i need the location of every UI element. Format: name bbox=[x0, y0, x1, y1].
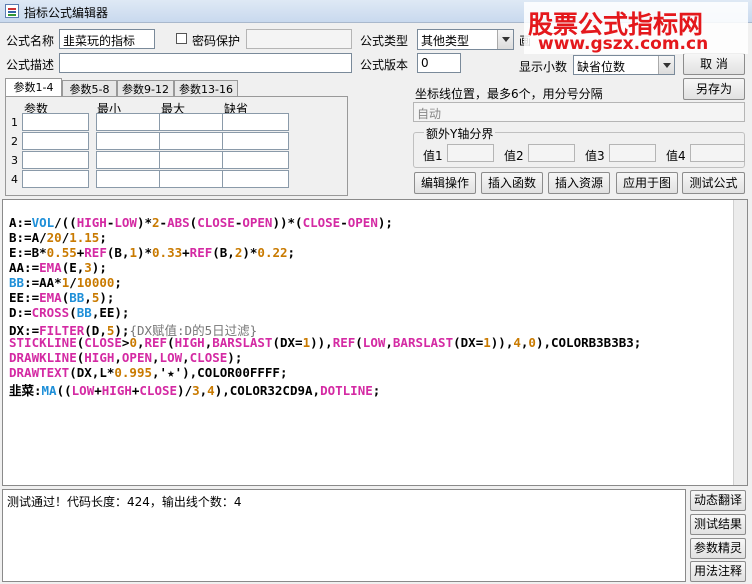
param-2-name[interactable] bbox=[22, 132, 89, 150]
formula-name-label: 公式名称 bbox=[6, 34, 55, 48]
value1-input[interactable] bbox=[447, 144, 494, 162]
formula-name-input[interactable]: 韭菜玩的指标 bbox=[59, 29, 155, 49]
decimals-select[interactable]: 缺省位数 bbox=[573, 55, 675, 75]
formula-version-input[interactable]: 0 bbox=[417, 53, 461, 73]
axis-position-input[interactable]: 自动 bbox=[413, 102, 745, 122]
test-formula-button[interactable]: 测试公式 bbox=[682, 172, 745, 194]
edit-ops-button[interactable]: 编辑操作 bbox=[414, 172, 476, 194]
param-row-number: 3 bbox=[11, 154, 18, 167]
value3-label: 值3 bbox=[585, 149, 605, 163]
value2-input[interactable] bbox=[528, 144, 575, 162]
code-line: D:=CROSS(BB,EE); bbox=[9, 305, 130, 320]
dynamic-translate-button[interactable]: 动态翻译 bbox=[690, 490, 746, 511]
formula-type-value: 其他类型 bbox=[421, 34, 470, 48]
status-message: 测试通过！代码长度：424，输出线个数：4 bbox=[7, 495, 242, 509]
chevron-down-icon bbox=[497, 30, 513, 49]
code-line: 韭菜:MA((LOW+HIGH+CLOSE)/3,4),COLOR32CD9A,… bbox=[9, 383, 381, 398]
param-1-max[interactable] bbox=[159, 113, 226, 131]
tab-params-5-8[interactable]: 参数5-8 bbox=[62, 80, 117, 97]
code-line: STICKLINE(CLOSE>0,REF(HIGH,BARSLAST(DX=1… bbox=[9, 335, 642, 350]
watermark: 股票公式指标网 www.gszx.com.cn bbox=[524, 2, 748, 54]
chevron-down-icon bbox=[658, 56, 674, 74]
app-icon bbox=[5, 4, 19, 18]
param-1-default[interactable] bbox=[222, 113, 289, 131]
insert-function-button[interactable]: 插入函数 bbox=[481, 172, 543, 194]
save-as-button[interactable]: 另存为 bbox=[683, 78, 745, 100]
code-line: DRAWKLINE(HIGH,OPEN,LOW,CLOSE); bbox=[9, 350, 243, 365]
tab-params-1-4[interactable]: 参数1-4 bbox=[5, 78, 62, 97]
code-line: EE:=EMA(BB,5); bbox=[9, 290, 115, 305]
tab-params-13-16[interactable]: 参数13-16 bbox=[174, 80, 238, 97]
param-3-name[interactable] bbox=[22, 151, 89, 169]
code-line: AA:=EMA(E,3); bbox=[9, 260, 107, 275]
watermark-url: www.gszx.com.cn bbox=[538, 34, 709, 54]
test-output: 测试通过！代码长度：424，输出线个数：4 bbox=[2, 489, 686, 582]
param-3-default[interactable] bbox=[222, 151, 289, 169]
window-title: 指标公式编辑器 bbox=[24, 6, 109, 20]
param-2-default[interactable] bbox=[222, 132, 289, 150]
apply-to-chart-button[interactable]: 应用于图 bbox=[616, 172, 678, 194]
param-3-min[interactable] bbox=[96, 151, 163, 169]
param-4-max[interactable] bbox=[159, 170, 226, 188]
param-1-name[interactable] bbox=[22, 113, 89, 131]
value4-label: 值4 bbox=[666, 149, 686, 163]
param-4-name[interactable] bbox=[22, 170, 89, 188]
value3-input[interactable] bbox=[609, 144, 656, 162]
param-wizard-button[interactable]: 参数精灵 bbox=[690, 538, 746, 559]
insert-resource-button[interactable]: 插入资源 bbox=[548, 172, 610, 194]
param-row-number: 1 bbox=[11, 116, 18, 129]
tab-params-9-12[interactable]: 参数9-12 bbox=[117, 80, 174, 97]
code-line: DRAWTEXT(DX,L*0.995,'★'),COLOR00FFFF; bbox=[9, 365, 288, 380]
code-line: E:=B*0.55+REF(B,1)*0.33+REF(B,2)*0.22; bbox=[9, 245, 296, 260]
value1-label: 值1 bbox=[423, 149, 443, 163]
param-4-min[interactable] bbox=[96, 170, 163, 188]
usage-notes-button[interactable]: 用法注释 bbox=[690, 561, 746, 582]
formula-desc-input[interactable] bbox=[59, 53, 352, 73]
param-row-number: 2 bbox=[11, 135, 18, 148]
password-input[interactable] bbox=[246, 29, 352, 49]
code-line: BB:=AA*1/10000; bbox=[9, 275, 122, 290]
param-row-number: 4 bbox=[11, 173, 18, 186]
param-3-max[interactable] bbox=[159, 151, 226, 169]
password-checkbox[interactable] bbox=[176, 33, 187, 44]
cancel-button[interactable]: 取 消 bbox=[683, 53, 745, 75]
formula-version-label: 公式版本 bbox=[360, 58, 409, 72]
param-2-min[interactable] bbox=[96, 132, 163, 150]
formula-type-label: 公式类型 bbox=[360, 34, 409, 48]
param-2-max[interactable] bbox=[159, 132, 226, 150]
code-line: A:=VOL/((HIGH-LOW)*2-ABS(CLOSE-OPEN))*(C… bbox=[9, 215, 393, 230]
code-scrollbar[interactable] bbox=[733, 200, 747, 485]
value2-label: 值2 bbox=[504, 149, 524, 163]
param-4-default[interactable] bbox=[222, 170, 289, 188]
decimals-value: 缺省位数 bbox=[577, 60, 626, 74]
formula-desc-label: 公式描述 bbox=[6, 58, 55, 72]
formula-type-select[interactable]: 其他类型 bbox=[417, 29, 514, 50]
decimals-label: 显示小数 bbox=[519, 60, 568, 74]
param-1-min[interactable] bbox=[96, 113, 163, 131]
code-line: B:=A/20/1.15; bbox=[9, 230, 107, 245]
code-editor[interactable]: A:=VOL/((HIGH-LOW)*2-ABS(CLOSE-OPEN))*(C… bbox=[2, 199, 748, 486]
test-result-button[interactable]: 测试结果 bbox=[690, 514, 746, 535]
password-label: 密码保护 bbox=[192, 34, 241, 48]
extra-y-axis-label: 额外Y轴分界 bbox=[424, 125, 496, 142]
value4-input[interactable] bbox=[690, 144, 745, 162]
axis-position-label: 坐标线位置，最多6个，用分号分隔 bbox=[415, 87, 603, 101]
